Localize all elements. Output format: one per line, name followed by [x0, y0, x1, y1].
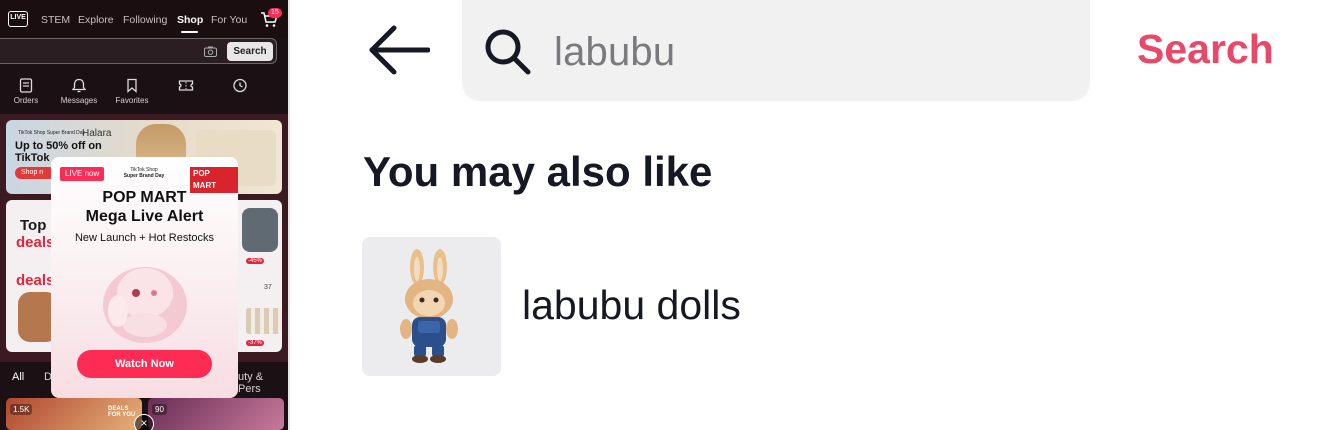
tab-shop[interactable]: Shop	[177, 14, 203, 26]
brand-day-badge: TikTok Shop Super Brand Day	[18, 130, 86, 136]
shortcut-coupons[interactable]	[160, 70, 212, 93]
live-card[interactable]: 90	[148, 398, 284, 430]
category-beauty[interactable]: uty & Pers	[238, 371, 288, 395]
camera-icon[interactable]	[204, 46, 217, 57]
category-all[interactable]: All	[12, 371, 24, 383]
section-title: You may also like	[363, 148, 713, 195]
deals-label: deals	[16, 272, 55, 289]
shortcut-favorites[interactable]: Favorites	[106, 70, 158, 105]
search-input[interactable]: labubu	[462, 0, 1090, 101]
search-button[interactable]: Search	[1137, 26, 1274, 73]
watch-now-button[interactable]: Watch Now	[77, 350, 212, 378]
tab-explore[interactable]: Explore	[78, 14, 114, 26]
sbd-line: Super Brand Day	[123, 173, 165, 179]
tab-for-you[interactable]: For You	[211, 14, 247, 26]
brand-name: Halara	[82, 128, 112, 139]
search-query[interactable]: labubu	[554, 30, 675, 75]
active-tab-indicator	[181, 31, 198, 33]
shop-shortcuts: Orders Messages Favorites	[0, 70, 288, 114]
super-brand-day-badge: TikTok Shop Super Brand Day	[112, 167, 176, 179]
orders-icon	[19, 78, 33, 93]
shortcut-label: Orders	[13, 96, 39, 105]
top-label: Top	[20, 217, 47, 234]
shortcut-label: Messages	[60, 96, 98, 105]
search-page: labubu Search You may also like labubu d…	[290, 0, 1322, 430]
bell-icon	[72, 78, 86, 93]
tab-following[interactable]: Following	[123, 14, 167, 26]
popmart-figure-image	[103, 267, 187, 343]
shop-search-bar[interactable]: Search	[0, 38, 277, 64]
shortcut-label: Favorites	[115, 96, 149, 105]
deals-label: deals	[16, 234, 55, 251]
popup-title: POP MART	[102, 189, 187, 206]
live-now-badge: LIVE now	[60, 167, 105, 181]
shop-app-panel: LIVE STEM Explore Following Shop For You…	[0, 0, 288, 430]
suggestion-item[interactable]: labubu dolls	[522, 282, 741, 329]
suggestion-thumbnail[interactable]	[362, 237, 501, 376]
popup-subtitle: New Launch + Hot Restocks	[74, 232, 215, 244]
shop-now-button[interactable]: Shop n	[15, 167, 55, 179]
search-icon	[485, 29, 531, 75]
bookmark-icon	[127, 78, 137, 93]
top-nav-bar: LIVE STEM Explore Following Shop For You…	[0, 0, 288, 38]
product-image	[242, 208, 278, 252]
shortcut-history[interactable]	[214, 70, 266, 93]
shop-search-button[interactable]: Search	[227, 42, 273, 61]
tab-stem[interactable]: STEM	[41, 14, 70, 26]
discount-tag: -45%	[246, 258, 265, 264]
live-icon[interactable]: LIVE	[8, 11, 28, 27]
close-icon[interactable]: ×	[134, 414, 154, 430]
discount-tag: -37%	[246, 340, 265, 346]
history-icon	[233, 78, 247, 93]
shortcut-messages[interactable]: Messages	[53, 70, 105, 105]
viewer-count: 90	[152, 404, 167, 415]
price-label: 37	[264, 284, 272, 291]
popup-title: Mega Live Alert	[85, 208, 204, 225]
back-arrow-icon[interactable]	[366, 22, 430, 78]
viewer-count: 1.5K	[10, 404, 33, 415]
labubu-doll-image	[400, 249, 458, 363]
shortcut-orders[interactable]: Orders	[0, 70, 52, 105]
product-image	[246, 308, 282, 334]
ticket-icon	[178, 80, 194, 91]
live-alert-popup[interactable]: LIVE now TikTok Shop Super Brand Day POP…	[51, 157, 238, 398]
live-card[interactable]: 1.5K DEALS FOR YOU	[6, 398, 142, 430]
cart-badge: 15	[268, 8, 282, 18]
